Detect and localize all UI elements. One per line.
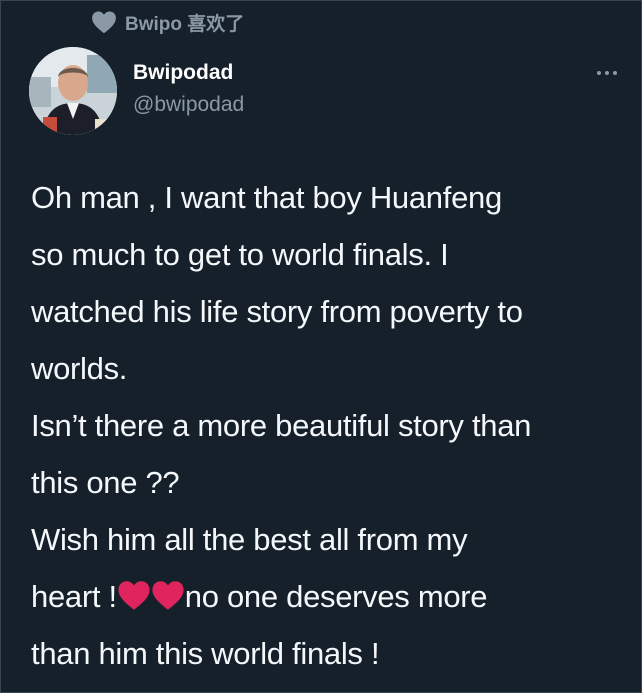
red-heart-emoji-icon (151, 572, 185, 629)
social-context[interactable]: Bwipo 喜欢了 (91, 7, 244, 37)
tweet-text: Oh man , I want that boy Huanfeng so muc… (31, 169, 631, 682)
tweet-line: this one ?? (31, 465, 180, 500)
tweet-line: Isn’t there a more beautiful story than (31, 408, 532, 443)
tweet-line: watched his life story from poverty to (31, 294, 523, 329)
more-horizontal-icon[interactable] (595, 65, 619, 81)
tweet-text-segment: heart ! (31, 579, 117, 614)
tweet-text-segment: no one deserves more (184, 579, 488, 614)
social-context-text: Bwipo 喜欢了 (125, 13, 245, 35)
more-dot (605, 71, 609, 75)
author-handle[interactable]: @bwipodad (133, 93, 244, 117)
heart-icon (91, 10, 117, 34)
tweet-line: worlds. (31, 351, 128, 386)
tweet-line-with-emoji: heart ! no one deserves more (31, 568, 631, 625)
avatar[interactable] (29, 47, 117, 135)
more-dot (597, 71, 601, 75)
tweet-line: than him this world finals ! (31, 636, 380, 671)
author-name[interactable]: Bwipodad (133, 61, 233, 85)
tweet-line: Oh man , I want that boy Huanfeng (31, 180, 502, 215)
tweet-line: so much to get to world finals. I (31, 237, 449, 272)
tweet-line: Wish him all the best all from my (31, 522, 468, 557)
red-heart-emoji-icon (117, 572, 151, 629)
more-dot (613, 71, 617, 75)
tweet-card: Bwipo 喜欢了 Bwipodad @bwipodad Oh man , I … (0, 0, 642, 693)
